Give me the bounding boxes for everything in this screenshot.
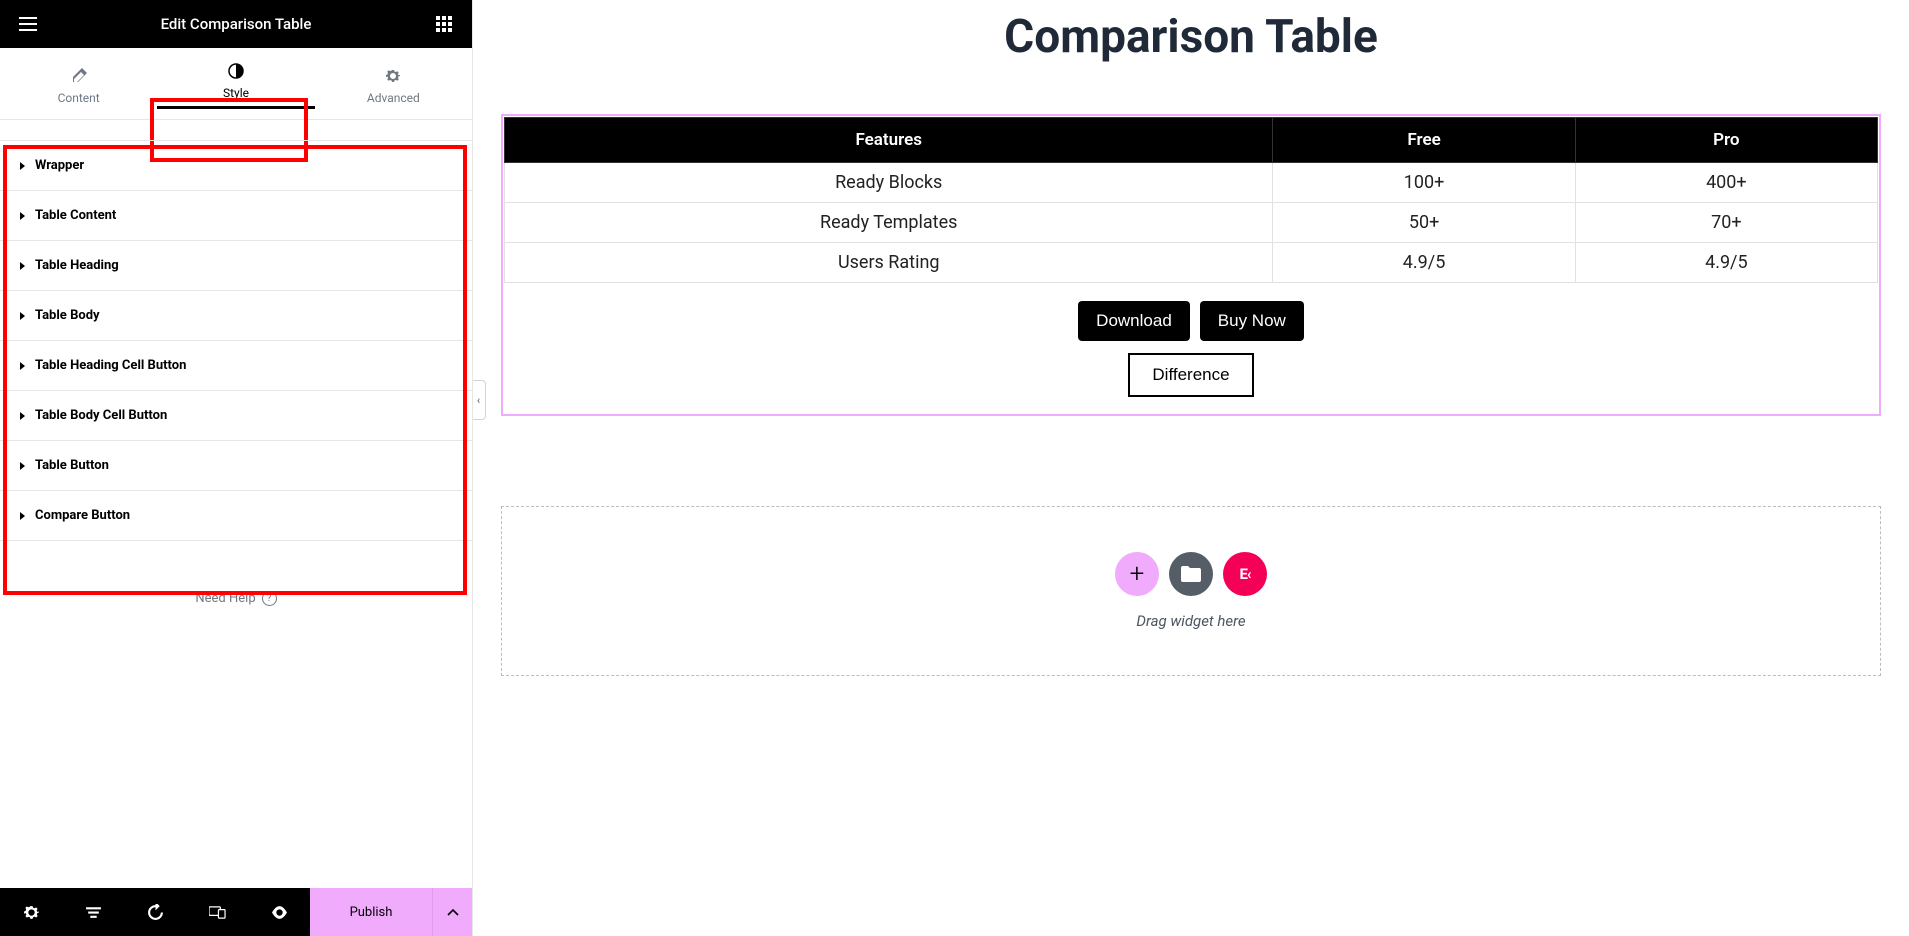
collapse-panel-button[interactable]: ‹ xyxy=(473,380,486,420)
caret-right-icon xyxy=(20,412,25,420)
comparison-table: Features Free Pro Ready Blocks 100+ 400+… xyxy=(504,117,1878,283)
add-section-button[interactable]: + xyxy=(1115,552,1159,596)
accordion-table-content[interactable]: Table Content xyxy=(0,191,472,241)
tab-style[interactable]: Style xyxy=(157,48,314,119)
caret-right-icon xyxy=(20,512,25,520)
panel-title: Edit Comparison Table xyxy=(42,15,430,33)
accordion-wrapper[interactable]: Wrapper xyxy=(0,140,472,191)
publish-options-button[interactable] xyxy=(432,888,472,936)
table-row: Ready Templates 50+ 70+ xyxy=(505,203,1878,243)
history-icon[interactable] xyxy=(124,888,186,936)
page-title: Comparison Table xyxy=(501,10,1881,64)
caret-right-icon xyxy=(20,462,25,470)
accordion-table-body[interactable]: Table Body xyxy=(0,291,472,341)
pencil-icon xyxy=(70,67,88,85)
ekit-button[interactable]: E‹ xyxy=(1223,552,1267,596)
dropzone-label: Drag widget here xyxy=(1136,612,1245,630)
caret-right-icon xyxy=(20,362,25,370)
comparison-table-widget[interactable]: Features Free Pro Ready Blocks 100+ 400+… xyxy=(501,114,1881,416)
table-header: Free xyxy=(1273,118,1575,163)
accordion-table-button[interactable]: Table Button xyxy=(0,441,472,491)
table-header: Pro xyxy=(1575,118,1877,163)
download-button[interactable]: Download xyxy=(1078,301,1190,341)
accordion-table-heading-cell-button[interactable]: Table Heading Cell Button xyxy=(0,341,472,391)
accordion-table-heading[interactable]: Table Heading xyxy=(0,241,472,291)
need-help-link[interactable]: Need Help ? xyxy=(0,561,472,636)
contrast-icon xyxy=(227,62,245,80)
accordion-table-body-cell-button[interactable]: Table Body Cell Button xyxy=(0,391,472,441)
table-row: Users Rating 4.9/5 4.9/5 xyxy=(505,243,1878,283)
accordion-compare-button[interactable]: Compare Button xyxy=(0,491,472,541)
navigator-icon[interactable] xyxy=(62,888,124,936)
preview-icon[interactable] xyxy=(248,888,310,936)
buy-now-button[interactable]: Buy Now xyxy=(1200,301,1304,341)
caret-right-icon xyxy=(20,162,25,170)
drop-zone[interactable]: + E‹ Drag widget here xyxy=(501,506,1881,676)
publish-button[interactable]: Publish xyxy=(310,888,432,936)
menu-icon[interactable] xyxy=(14,10,42,38)
caret-right-icon xyxy=(20,262,25,270)
template-library-button[interactable] xyxy=(1169,552,1213,596)
tab-advanced[interactable]: Advanced xyxy=(315,48,472,119)
widgets-grid-icon[interactable] xyxy=(430,10,458,38)
tab-content[interactable]: Content xyxy=(0,48,157,119)
difference-button[interactable]: Difference xyxy=(1128,353,1253,397)
table-row: Ready Blocks 100+ 400+ xyxy=(505,163,1878,203)
settings-icon[interactable] xyxy=(0,888,62,936)
help-icon: ? xyxy=(262,591,277,606)
caret-right-icon xyxy=(20,312,25,320)
table-header: Features xyxy=(505,118,1273,163)
responsive-icon[interactable] xyxy=(186,888,248,936)
accordion-list: Wrapper Table Content Table Heading Tabl… xyxy=(0,120,472,561)
caret-right-icon xyxy=(20,212,25,220)
gear-icon xyxy=(384,67,402,85)
